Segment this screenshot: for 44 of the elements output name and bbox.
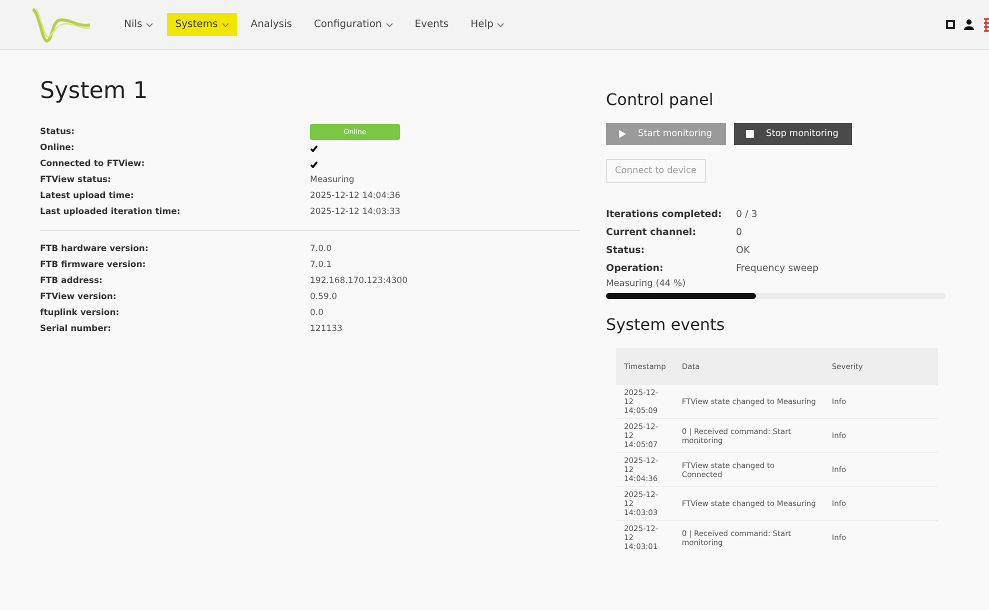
- field-value: 121133: [310, 323, 342, 336]
- field-label: ftuplink version:: [40, 307, 120, 320]
- field-value: 192.168.170.123:4300: [310, 275, 408, 288]
- field-label: Connected to FTView:: [40, 158, 146, 171]
- nav-menu-item[interactable]: Nils: [116, 13, 162, 36]
- nav-menu-item[interactable]: Systems: [167, 13, 237, 36]
- field-label: Serial number:: [40, 323, 112, 336]
- progress-label: Measuring (44 %): [606, 279, 687, 289]
- field-label: Last uploaded iteration time:: [40, 206, 182, 219]
- window-icon[interactable]: [946, 20, 955, 29]
- field-label: FTView version:: [40, 291, 118, 304]
- user-icon[interactable]: [964, 19, 974, 30]
- stat-label: Status:: [606, 244, 646, 258]
- play-icon: [618, 130, 626, 138]
- stat-label: Iterations completed:: [606, 208, 723, 222]
- field-label: FTB firmware version:: [40, 259, 147, 272]
- page-title: System 1: [40, 78, 149, 104]
- field-value: 2025-12-12 14:03:33: [310, 206, 400, 219]
- section-title: Control panel: [606, 90, 714, 109]
- field-label: Online:: [40, 142, 76, 155]
- field-label: Latest upload time:: [40, 190, 135, 203]
- nav-menu-item[interactable]: Configuration: [306, 13, 401, 36]
- nav-menu-item[interactable]: Help: [462, 13, 512, 36]
- field-value: 7.0.1: [310, 259, 332, 272]
- field-value: 2025-12-12 14:04:36: [310, 190, 400, 203]
- field-label: FTView status:: [40, 174, 112, 187]
- nav-menu-item[interactable]: Events: [406, 13, 457, 36]
- field-value: 0.59.0: [310, 291, 338, 304]
- field-value: Measuring: [310, 174, 354, 187]
- stat-value: 0 / 3: [736, 208, 758, 222]
- field-label: FTB hardware version:: [40, 243, 150, 256]
- field-label: Status:: [40, 126, 76, 139]
- nav-menu-item[interactable]: Analysis: [242, 13, 300, 36]
- field-value: 7.0.0: [310, 243, 332, 256]
- stat-value: OK: [736, 244, 751, 258]
- stop-button[interactable]: Stop monitoring: [734, 123, 852, 145]
- field-value: 0.0: [310, 307, 324, 320]
- stat-label: Operation:: [606, 262, 664, 276]
- section-title: System events: [606, 315, 726, 334]
- stat-label: Current channel:: [606, 226, 697, 240]
- stat-value: Frequency sweep: [736, 262, 820, 276]
- field-label: FTB address:: [40, 275, 104, 288]
- stat-value: 0: [736, 226, 744, 240]
- stop-icon: [746, 130, 754, 138]
